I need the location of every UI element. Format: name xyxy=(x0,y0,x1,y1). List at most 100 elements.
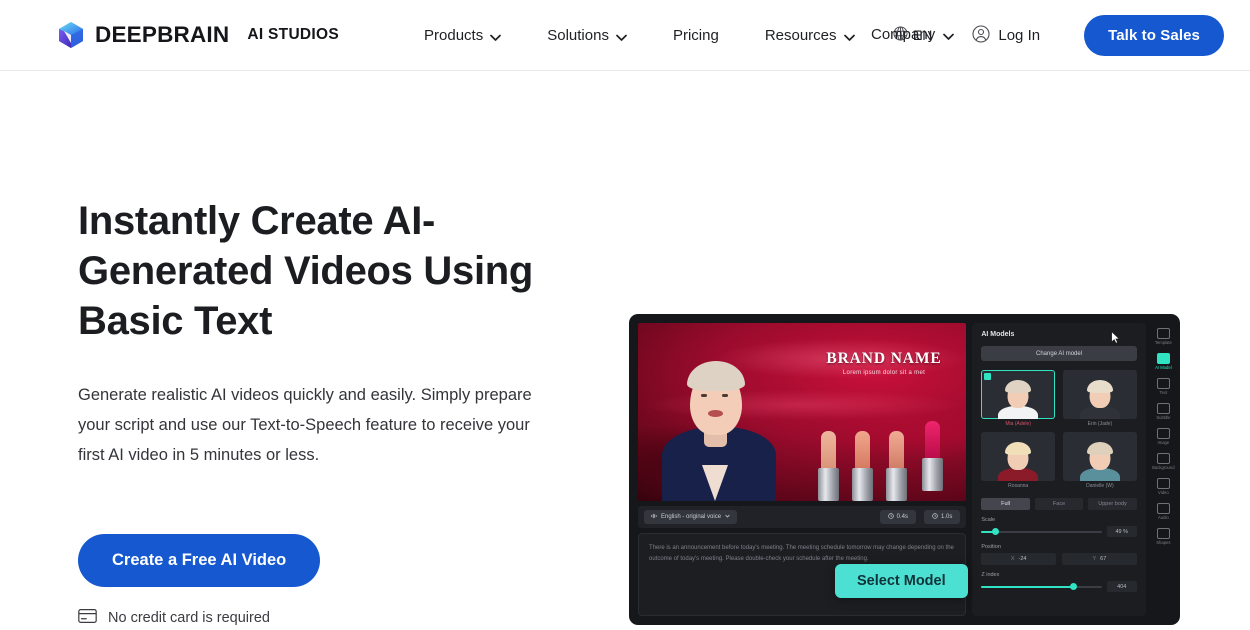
ai-model-icon xyxy=(1156,353,1170,364)
zindex-label: Z index xyxy=(981,572,1000,578)
login-button[interactable]: Log In xyxy=(958,24,1054,47)
hero-copy: Instantly Create AI-Generated Videos Usi… xyxy=(0,196,560,627)
crop-segment-control: Full Face Upper body xyxy=(981,498,1137,510)
credit-card-icon xyxy=(78,609,97,627)
rail-item-audio[interactable]: Audio xyxy=(1151,500,1175,523)
time-chip-duration[interactable]: 1.0s xyxy=(923,510,961,524)
model-grid: Mia (Adele) Erin (Jade) Rosanna Danielle… xyxy=(981,370,1137,489)
rail-label: Background xyxy=(1152,465,1175,470)
hero-section: Instantly Create AI-Generated Videos Usi… xyxy=(0,71,1250,627)
clock-icon xyxy=(887,513,894,521)
rail-item-subtitle[interactable]: Subtitle xyxy=(1151,400,1175,423)
model-card[interactable]: Rosanna xyxy=(981,432,1056,489)
header-actions: EN Log In Talk to Sales xyxy=(893,0,1224,71)
deepbrain-cube-logo xyxy=(58,21,84,49)
primary-nav: Products Solutions Pricing Resources xyxy=(401,27,877,44)
rail-label: AI Model xyxy=(1155,365,1172,370)
position-x-key: X xyxy=(1010,556,1015,562)
nav-item-products[interactable]: Products xyxy=(401,27,524,44)
create-free-ai-video-button[interactable]: Create a Free AI Video xyxy=(78,534,321,587)
rail-label: Text xyxy=(1159,390,1168,395)
product-mockup: BRAND NAME Lorem ipsum dolor sit a met E… xyxy=(629,314,1180,625)
voice-toolbar: English - original voice 0.4s 1.0s xyxy=(638,506,967,528)
stage-brand-title: BRAND NAME xyxy=(826,350,942,367)
login-label: Log In xyxy=(998,27,1041,44)
chevron-down-icon xyxy=(843,27,855,44)
scale-slider[interactable] xyxy=(981,527,1102,537)
nav-item-solutions[interactable]: Solutions xyxy=(524,27,650,44)
text-icon xyxy=(1156,378,1170,389)
scale-value[interactable]: 49 % xyxy=(1106,526,1137,537)
model-name: Mia (Adele) xyxy=(1005,421,1031,427)
position-x-field[interactable]: X -24 xyxy=(981,553,1057,565)
segment-face[interactable]: Face xyxy=(1034,498,1084,510)
selected-indicator xyxy=(984,373,992,380)
position-label: Position xyxy=(981,544,1001,550)
brand-subtitle: AI STUDIOS xyxy=(247,26,340,43)
chevron-down-icon xyxy=(490,27,502,44)
rail-item-text[interactable]: Text xyxy=(1151,375,1175,398)
voice-wave-icon xyxy=(651,513,657,521)
background-icon xyxy=(1156,453,1170,464)
no-credit-card-label: No credit card is required xyxy=(108,610,270,626)
chevron-down-icon xyxy=(943,26,955,43)
rail-label: Video xyxy=(1158,490,1169,495)
position-x-value: -24 xyxy=(1018,556,1027,562)
rail-label: Subtitle xyxy=(1156,415,1171,420)
rail-item-shapes[interactable]: Shapes xyxy=(1151,525,1175,548)
site-header: DEEPBRAIN AI STUDIOS Products Solutions … xyxy=(0,0,1250,71)
model-name: Danielle (W) xyxy=(1086,483,1114,489)
shapes-icon xyxy=(1156,528,1170,539)
page-title: Instantly Create AI-Generated Videos Usi… xyxy=(78,199,534,343)
video-stage[interactable]: BRAND NAME Lorem ipsum dolor sit a met xyxy=(638,323,967,501)
brand-name: DEEPBRAIN xyxy=(95,22,230,47)
template-icon xyxy=(1156,328,1170,339)
rail-item-video[interactable]: Video xyxy=(1151,475,1175,498)
subtitle-icon xyxy=(1156,403,1170,414)
scale-label: Scale xyxy=(981,517,996,523)
scale-control: 49 % xyxy=(981,526,1137,537)
zindex-value[interactable]: 404 xyxy=(1106,581,1137,592)
nav-item-company[interactable]: Company xyxy=(871,26,955,43)
clock-icon xyxy=(932,513,938,521)
chevron-down-icon xyxy=(725,514,730,520)
position-y-field[interactable]: Y 67 xyxy=(1062,553,1137,565)
zindex-slider[interactable] xyxy=(981,582,1102,592)
brand-logo[interactable]: DEEPBRAIN AI STUDIOS xyxy=(58,21,339,49)
nav-label: Solutions xyxy=(547,26,609,44)
editor-tool-rail: Template AI Model Text Subtitle Image Ba… xyxy=(1151,323,1176,616)
lipstick-product-image xyxy=(812,421,962,501)
model-card[interactable]: Danielle (W) xyxy=(1063,432,1137,489)
model-card[interactable]: Mia (Adele) xyxy=(981,370,1056,427)
voice-label: English - original voice xyxy=(661,514,722,520)
select-model-button[interactable]: Select Model xyxy=(835,564,968,598)
rail-item-background[interactable]: Background xyxy=(1151,450,1175,473)
rail-item-template[interactable]: Template xyxy=(1151,325,1175,348)
stage-brand-subtitle: Lorem ipsum dolor sit a met xyxy=(842,370,926,376)
ai-models-panel: AI Models Change AI model Mia (Adele) Er… xyxy=(972,323,1146,616)
time-chip-pause[interactable]: 0.4s xyxy=(879,510,916,524)
rail-item-image[interactable]: Image xyxy=(1151,425,1175,448)
voice-selector-chip[interactable]: English - original voice xyxy=(644,510,738,524)
rail-label: Shapes xyxy=(1156,540,1171,545)
ai-presenter-avatar xyxy=(656,338,782,501)
rail-item-ai-model[interactable]: AI Model xyxy=(1151,350,1175,373)
audio-icon xyxy=(1156,503,1170,514)
model-card[interactable]: Erin (Jade) xyxy=(1063,370,1137,427)
nav-item-resources[interactable]: Resources xyxy=(742,27,878,44)
nav-item-pricing[interactable]: Pricing xyxy=(650,27,742,44)
change-ai-model-button[interactable]: Change AI model xyxy=(981,346,1137,361)
mouse-pointer-icon xyxy=(1111,330,1120,344)
chevron-down-icon xyxy=(616,27,627,44)
time-chip-label: 0.4s xyxy=(896,514,908,520)
zindex-control: 404 xyxy=(981,581,1137,592)
segment-upper-body[interactable]: Upper body xyxy=(1088,498,1137,510)
hero-subcopy: Generate realistic AI videos quickly and… xyxy=(78,386,532,464)
rail-label: Image xyxy=(1157,440,1170,445)
model-name: Rosanna xyxy=(1008,483,1029,489)
rail-label: Audio xyxy=(1158,515,1169,520)
talk-to-sales-button[interactable]: Talk to Sales xyxy=(1084,15,1224,56)
nav-label: Products xyxy=(424,26,484,44)
segment-full[interactable]: Full xyxy=(981,498,1030,510)
position-y-key: Y xyxy=(1092,556,1097,562)
